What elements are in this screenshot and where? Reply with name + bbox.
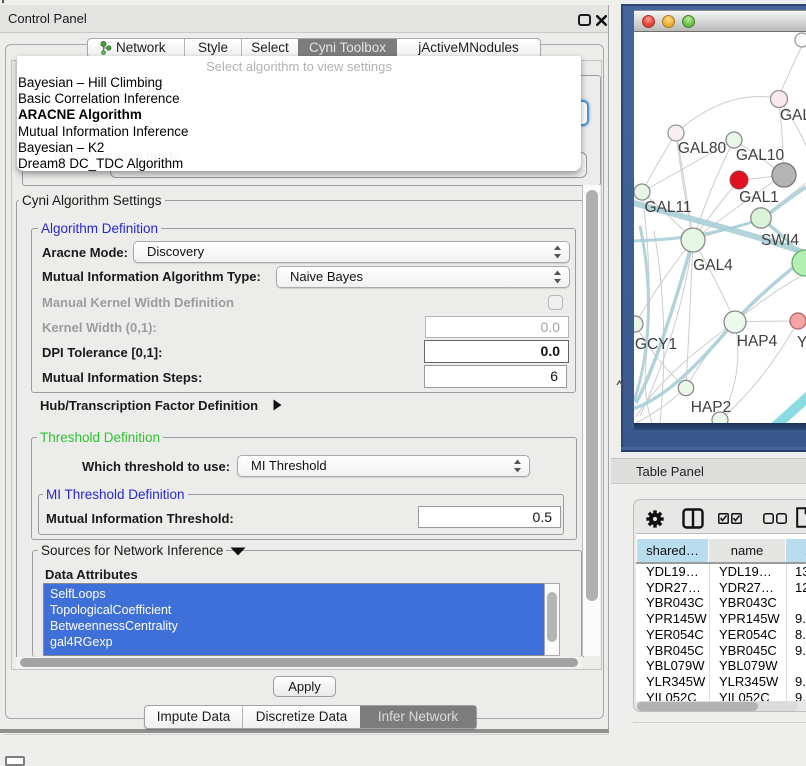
svg-text:GAL4: GAL4 <box>693 257 733 274</box>
svg-text:GAL10: GAL10 <box>736 147 785 164</box>
svg-text:GAL1: GAL1 <box>739 189 779 206</box>
svg-text:GAL11: GAL11 <box>644 199 691 216</box>
svg-text:HAP4: HAP4 <box>737 333 778 350</box>
svg-text:HAP2: HAP2 <box>691 399 732 416</box>
svg-text:GAL7: GAL7 <box>780 107 806 124</box>
svg-text:GAL80: GAL80 <box>678 140 727 157</box>
svg-text:GCY1: GCY1 <box>635 336 677 353</box>
svg-text:YL: YL <box>797 334 806 351</box>
svg-text:SWI4: SWI4 <box>761 232 799 249</box>
